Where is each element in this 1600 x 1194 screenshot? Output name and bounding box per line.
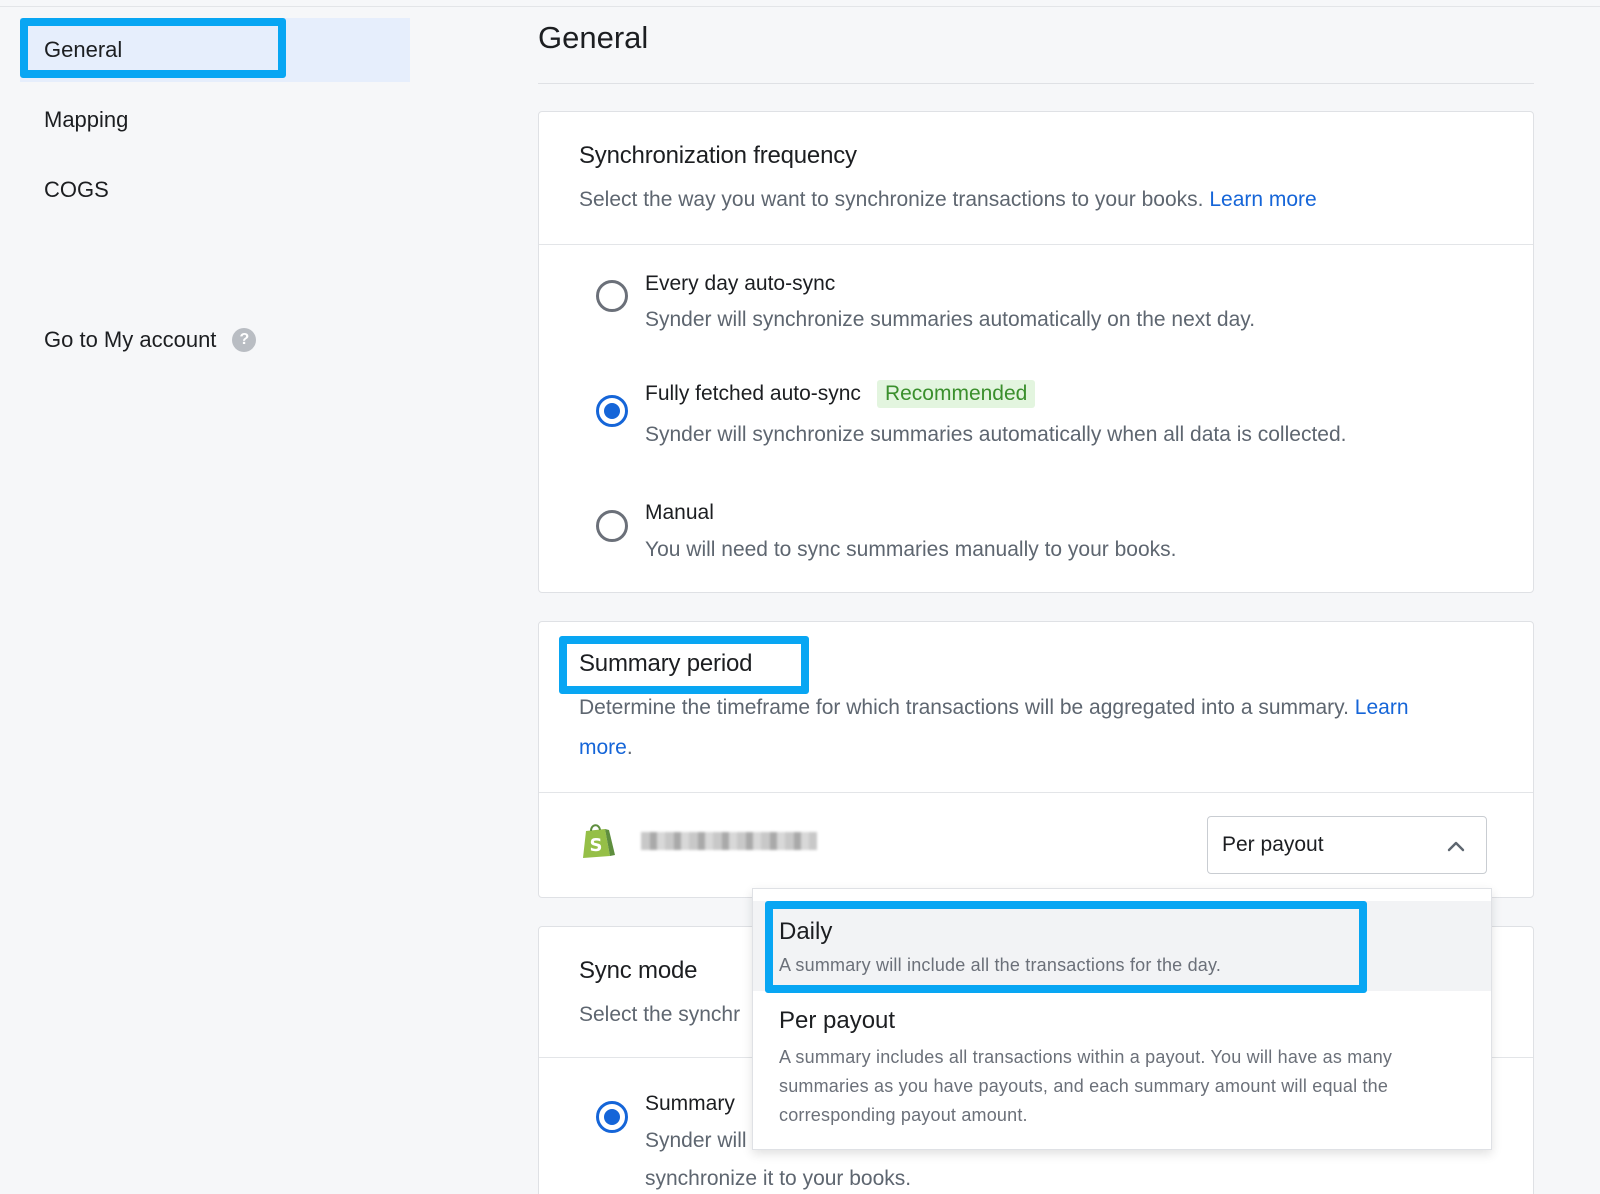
summary-period-card: Summary period Determine the timeframe f… xyxy=(538,621,1534,898)
sync-mode-title: Sync mode xyxy=(579,957,698,984)
chevron-up-icon xyxy=(1447,841,1465,852)
summary-period-description-text: Determine the timeframe for which transa… xyxy=(579,696,1349,719)
sidebar: General Mapping COGS Go to My account ? xyxy=(0,0,420,1194)
divider xyxy=(539,792,1533,793)
select-value: Per payout xyxy=(1222,833,1324,856)
divider xyxy=(539,244,1533,245)
highlight-box-daily xyxy=(765,901,1367,993)
svg-text:S: S xyxy=(590,835,603,856)
go-to-my-account-link[interactable]: Go to My account ? xyxy=(20,308,410,372)
help-icon[interactable]: ? xyxy=(232,328,257,352)
sync-frequency-description-text: Select the way you want to synchronize t… xyxy=(579,188,1204,211)
sidebar-item-label: Mapping xyxy=(44,107,129,132)
sidebar-item-general[interactable]: General xyxy=(20,18,410,82)
recommended-badge: Recommended xyxy=(876,380,1036,408)
sync-frequency-title: Synchronization frequency xyxy=(579,142,857,169)
summary-period-dropdown: Daily A summary will include all the tra… xyxy=(752,888,1492,1150)
option-description: You will need to sync summaries manually… xyxy=(645,538,1177,561)
page-title: General xyxy=(538,20,649,55)
option-title: Fully fetched auto-sync xyxy=(645,382,861,405)
account-link-label: Go to My account xyxy=(44,327,217,352)
summary-period-title: Summary period xyxy=(579,650,753,677)
store-name-redacted xyxy=(641,832,817,850)
sync-mode-description: Select the synchr xyxy=(579,1003,741,1026)
sync-frequency-card: Synchronization frequency Select the way… xyxy=(538,111,1534,593)
radio-fully-fetched-auto-sync[interactable] xyxy=(596,395,628,427)
option-title: Manual xyxy=(645,501,714,524)
radio-summary[interactable] xyxy=(596,1101,628,1133)
sidebar-item-label: COGS xyxy=(44,177,109,202)
option-description: Synder will xyxy=(645,1129,747,1152)
radio-manual[interactable] xyxy=(596,510,628,542)
dropdown-option-per-payout[interactable]: Per payout A summary includes all transa… xyxy=(753,991,1491,1141)
option-title-row: Fully fetched auto-sync Recommended xyxy=(645,380,1036,408)
learn-more-link-part2[interactable]: more xyxy=(579,736,627,759)
sidebar-item-mapping[interactable]: Mapping xyxy=(20,88,410,152)
dropdown-option-description: A summary includes all transactions with… xyxy=(779,1047,1393,1125)
learn-more-period: . xyxy=(626,736,633,759)
option-description-line2: synchronize it to your books. xyxy=(645,1167,912,1190)
sidebar-item-cogs[interactable]: COGS xyxy=(20,158,410,222)
summary-period-select[interactable]: Per payout xyxy=(1207,816,1487,874)
learn-more-link-part1[interactable]: Learn xyxy=(1355,696,1409,719)
dropdown-option-title: Per payout xyxy=(779,1007,896,1034)
option-description: Synder will synchronize summaries automa… xyxy=(645,308,1256,331)
sidebar-item-label: General xyxy=(44,37,123,62)
option-description: Synder will synchronize summaries automa… xyxy=(645,423,1347,446)
learn-more-link[interactable]: Learn more xyxy=(1209,188,1316,211)
shopify-bag-icon: S xyxy=(583,824,615,858)
radio-every-day-auto-sync[interactable] xyxy=(596,280,628,312)
summary-period-description: Determine the timeframe for which transa… xyxy=(579,688,1499,768)
option-title: Every day auto-sync xyxy=(645,272,836,295)
option-title: Summary xyxy=(645,1092,735,1115)
sync-frequency-description: Select the way you want to synchronize t… xyxy=(579,180,1317,220)
title-divider xyxy=(538,83,1534,84)
